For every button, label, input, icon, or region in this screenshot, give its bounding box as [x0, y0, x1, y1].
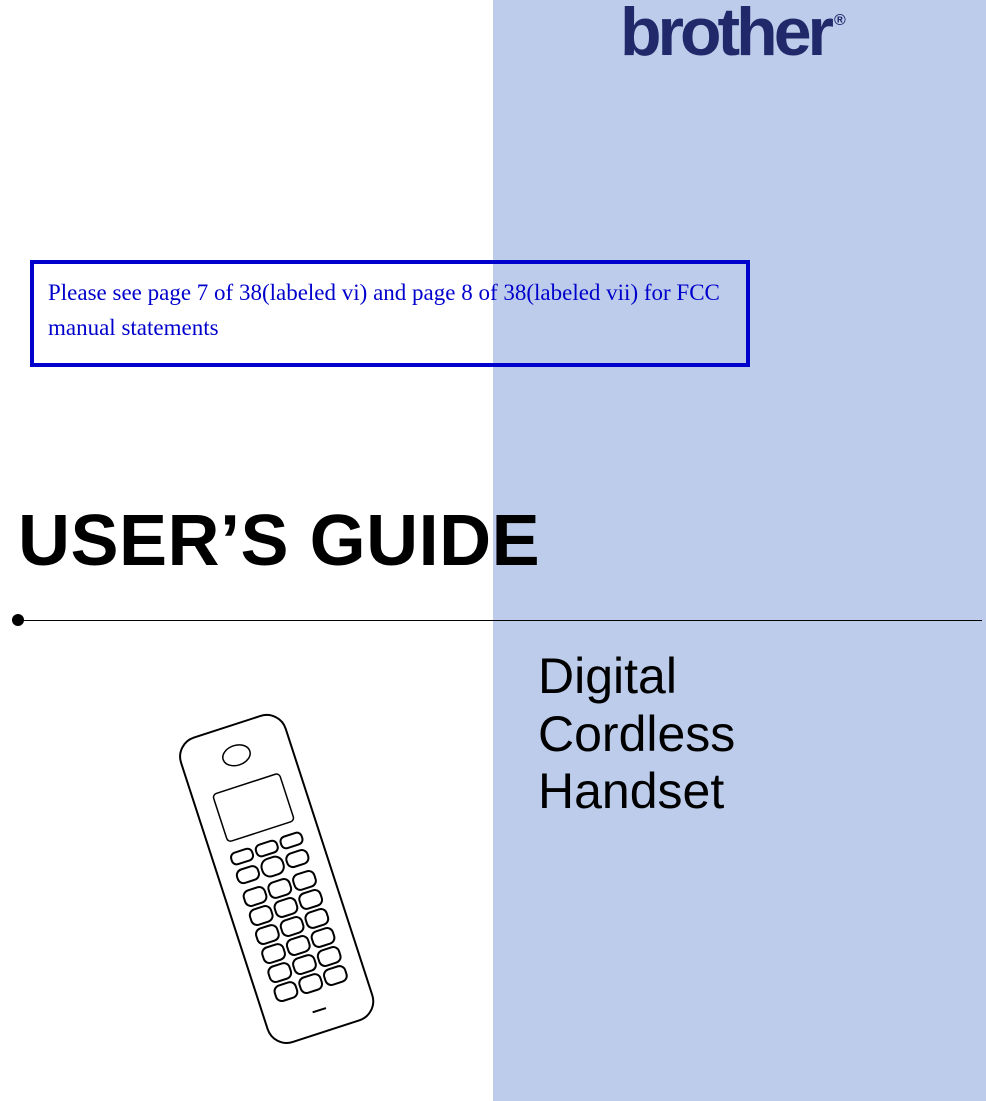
fcc-notice-box: Please see page 7 of 38(labeled vi) and …	[30, 260, 750, 367]
subtitle: Digital Cordless Handset	[538, 648, 735, 821]
brand-name: brother	[620, 0, 830, 70]
subtitle-line-2: Cordless	[538, 706, 735, 764]
right-panel	[493, 0, 986, 1101]
rule-line	[12, 620, 982, 621]
subtitle-line-1: Digital	[538, 648, 735, 706]
main-title: USER’S GUIDE	[18, 500, 540, 582]
brand-logo: brother®	[620, 5, 940, 75]
registered-mark: ®	[834, 12, 842, 29]
handset-illustration	[145, 700, 405, 1080]
fcc-notice-text: Please see page 7 of 38(labeled vi) and …	[48, 280, 720, 340]
subtitle-line-3: Handset	[538, 763, 735, 821]
title-block: USER’S GUIDE	[18, 500, 540, 582]
